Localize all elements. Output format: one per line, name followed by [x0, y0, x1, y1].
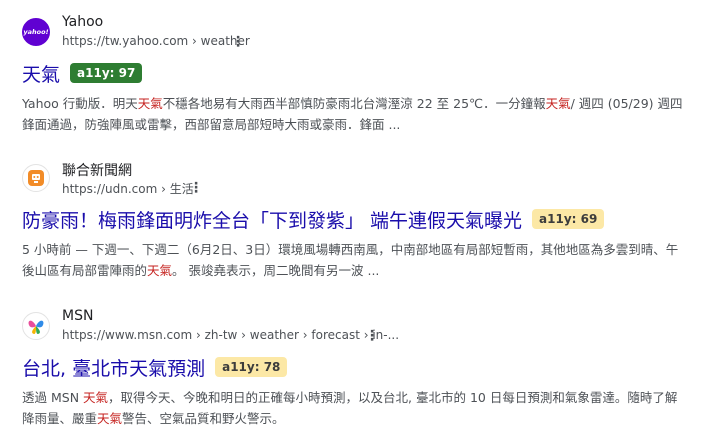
result-snippet: Yahoo 行動版．明天天氣不穩各地易有大雨西半部慎防豪雨北台灣溼涼 22 至 …	[22, 96, 683, 132]
yahoo-favicon-icon: yahoo!	[22, 18, 50, 46]
more-options-icon[interactable]: ⋮	[189, 178, 203, 198]
msn-butterfly-icon	[22, 312, 50, 340]
a11y-score-badge: a11y: 97	[70, 63, 143, 83]
result-title-link[interactable]: 防豪雨！梅雨鋒面明炸全台「下到發紫」 端午連假天氣曝光	[22, 206, 522, 233]
search-result-yahoo: yahoo! Yahoo https://tw.yahoo.com › weat…	[22, 14, 692, 135]
site-header[interactable]: yahoo! Yahoo https://tw.yahoo.com › weat…	[22, 14, 692, 54]
site-url: https://tw.yahoo.com › weather	[62, 34, 250, 48]
more-options-icon[interactable]: ⋮	[231, 32, 245, 52]
search-result-msn: MSN https://www.msn.com › zh-tw › weathe…	[22, 308, 692, 429]
result-title-link[interactable]: 天氣	[22, 60, 60, 87]
udn-favicon-icon	[22, 164, 50, 192]
site-url: https://udn.com › 生活	[62, 182, 194, 196]
site-header[interactable]: MSN https://www.msn.com › zh-tw › weathe…	[22, 308, 692, 348]
result-snippet: 5 小時前 — 下週一、下週二（6月2日、3日）環境風場轉西南風，中南部地區有局…	[22, 242, 679, 278]
result-title-link[interactable]: 台北, 臺北市天氣預測	[22, 354, 205, 381]
site-name: MSN	[62, 308, 94, 324]
site-url: https://www.msn.com › zh-tw › weather › …	[62, 328, 400, 342]
search-result-udn: 聯合新聞網 https://udn.com › 生活 ⋮ 防豪雨！梅雨鋒面明炸全…	[22, 160, 692, 281]
more-options-icon[interactable]: ⋮	[365, 326, 379, 346]
site-header[interactable]: 聯合新聞網 https://udn.com › 生活 ⋮	[22, 160, 692, 200]
site-name: Yahoo	[62, 14, 104, 30]
a11y-score-badge: a11y: 69	[532, 209, 605, 229]
a11y-score-badge: a11y: 78	[215, 357, 288, 377]
site-name: 聯合新聞網	[62, 163, 132, 179]
result-snippet: 透過 MSN 天氣，取得今天、今晚和明日的正確每小時預測，以及台北, 臺北市的 …	[22, 390, 678, 426]
